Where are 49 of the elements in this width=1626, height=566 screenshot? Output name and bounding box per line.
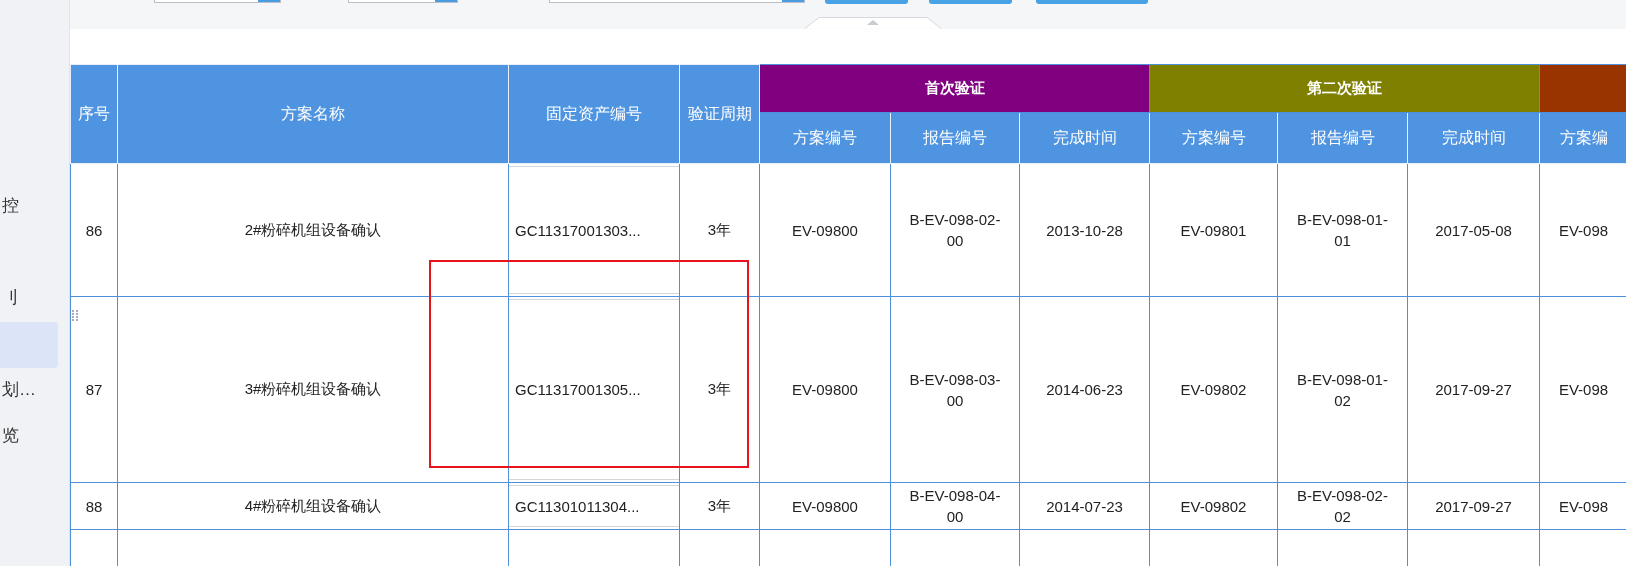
table-cell: B-EV-098-01-01 (1277, 163, 1408, 297)
column-header: 序号 (70, 64, 118, 164)
table-cell: 3年 (679, 163, 760, 297)
column-header: 报告编号 (890, 112, 1020, 164)
table-cell: 3年 (679, 482, 760, 530)
column-header: 方案编号 (759, 112, 891, 164)
table-cell: 2013-10-28 (1019, 163, 1150, 297)
table-cell: EV-09801 (1149, 163, 1278, 297)
table-cell: 2#粉碎机组设备确认 (117, 163, 509, 297)
group-header: 第二次验证 (1149, 64, 1540, 113)
sidebar-item[interactable]: 览 (0, 418, 58, 454)
column-header: 完成时间 (1019, 112, 1150, 164)
collapse-handle-icon[interactable] (805, 17, 941, 29)
table-cell: B-EV-098-02-00 (890, 163, 1020, 297)
table-cell: 87 (70, 296, 118, 483)
table-cell: EV-09800 (759, 163, 891, 297)
column-header: 方案编号 (1149, 112, 1278, 164)
table-cell: 2017-09-27 (1407, 482, 1540, 530)
sidebar-item[interactable]: 划… (0, 372, 58, 408)
table-cell: 88 (70, 482, 118, 530)
table-cell: 4#粉碎机组设备确认 (117, 482, 509, 530)
table-cell: 3年 (679, 296, 760, 483)
table-cell: B-EV-098-04-00 (890, 482, 1020, 530)
table-cell: B-EV-098-02-02 (1277, 482, 1408, 530)
column-header: 固定资产编号 (508, 64, 680, 164)
table-cell: 2014-06-23 (1019, 296, 1150, 483)
column-header: 报告编号 (1277, 112, 1408, 164)
table-cell: 2014-07-23 (1019, 482, 1150, 530)
table-cell: EV-09800 (759, 296, 891, 483)
group-header: 首次验证 (759, 64, 1150, 113)
table-cell: 2017-05-08 (1407, 163, 1540, 297)
table-cell: EV-09802 (1149, 296, 1278, 483)
table-cell: GC11317001305... (508, 296, 680, 483)
sidebar-item[interactable]: 刂 (0, 280, 58, 316)
table-cell: 86 (70, 163, 118, 297)
table-cell: EV-09802 (1149, 482, 1278, 530)
sidebar-item[interactable]: 控 (0, 188, 58, 224)
table-cell: 3#粉碎机组设备确认 (117, 296, 509, 483)
column-header: 方案名称 (117, 64, 509, 164)
table-cell: EV-09800 (759, 482, 891, 530)
drag-handle-icon[interactable] (72, 310, 78, 322)
table-cell: 2017-09-27 (1407, 296, 1540, 483)
column-header: 验证周期 (679, 64, 760, 164)
table-cell: B-EV-098-03-00 (890, 296, 1020, 483)
column-header: 方案编 (1539, 112, 1626, 164)
table-cell: B-EV-098-01-02 (1277, 296, 1408, 483)
table-cell: GC11317001303... (508, 163, 680, 297)
table-cell: GC11301011304... (508, 482, 680, 530)
column-header: 完成时间 (1407, 112, 1540, 164)
